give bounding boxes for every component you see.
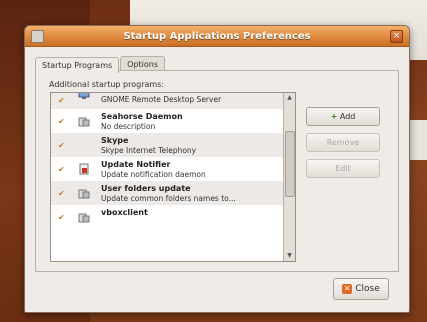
remove-label: Remove: [326, 138, 360, 147]
remove-button[interactable]: Remove: [306, 133, 380, 152]
app-icon: [78, 117, 90, 127]
network-icon: [78, 93, 90, 99]
add-label: Add: [339, 112, 356, 121]
program-name: Skype: [101, 136, 129, 145]
list-item[interactable]: ✔ Seahorse Daemon No description: [51, 109, 283, 133]
checkbox[interactable]: ✔: [58, 97, 66, 105]
add-button[interactable]: + Add: [306, 107, 380, 126]
window-title: Startup Applications Preferences: [123, 30, 311, 42]
list-scrollbar[interactable]: ▲ ▼: [283, 93, 295, 261]
scroll-thumb[interactable]: [285, 131, 295, 197]
startup-program-list: ✔ GNOME Remote Desktop Server ✔ Seahorse…: [50, 92, 296, 262]
edit-button[interactable]: Edit: [306, 159, 380, 178]
checkbox[interactable]: ✔: [58, 166, 66, 174]
tab-panel: Additional startup programs: ✔ GNOME Rem…: [35, 70, 399, 272]
edit-label: Edit: [335, 164, 351, 173]
program-name: vboxclient: [101, 208, 148, 217]
program-description: Update common folders names to...: [101, 194, 236, 203]
startup-preferences-window: Startup Applications Preferences × Start…: [24, 25, 410, 313]
program-description: GNOME Remote Desktop Server: [101, 95, 222, 104]
close-button[interactable]: ✕ Close: [333, 278, 389, 300]
program-description: Skype Internet Telephony: [101, 146, 197, 155]
program-description: Update notification daemon: [101, 170, 206, 179]
update-icon: [79, 163, 89, 175]
close-label: Close: [355, 284, 380, 294]
checkbox[interactable]: ✔: [58, 190, 66, 198]
title-bar[interactable]: Startup Applications Preferences ×: [25, 26, 409, 47]
checkbox[interactable]: ✔: [58, 118, 66, 126]
app-icon: [78, 189, 90, 199]
list-item[interactable]: ✔ Skype Skype Internet Telephony: [51, 133, 283, 157]
close-icon[interactable]: ×: [390, 30, 403, 43]
list-item[interactable]: ✔ User folders update Update common fold…: [51, 181, 283, 205]
program-description: No description: [101, 122, 156, 131]
list-item[interactable]: ✔ vboxclient: [51, 205, 283, 229]
program-name: Seahorse Daemon: [101, 112, 183, 121]
program-name: Update Notifier: [101, 160, 171, 169]
list-item[interactable]: ✔ Update Notifier Update notification da…: [51, 157, 283, 181]
scroll-down-icon[interactable]: ▼: [284, 251, 295, 261]
window-menu-icon[interactable]: [31, 30, 44, 43]
program-name: User folders update: [101, 184, 191, 193]
checkbox[interactable]: ✔: [58, 214, 66, 222]
list-item[interactable]: ✔ GNOME Remote Desktop Server: [51, 93, 283, 109]
scroll-up-icon[interactable]: ▲: [284, 93, 295, 103]
close-icon: ✕: [342, 284, 353, 294]
checkbox[interactable]: ✔: [58, 142, 66, 150]
plus-icon: +: [330, 112, 338, 121]
tab-startup-programs[interactable]: Startup Programs: [35, 57, 120, 73]
app-icon: [78, 213, 90, 223]
section-label: Additional startup programs:: [49, 80, 165, 89]
